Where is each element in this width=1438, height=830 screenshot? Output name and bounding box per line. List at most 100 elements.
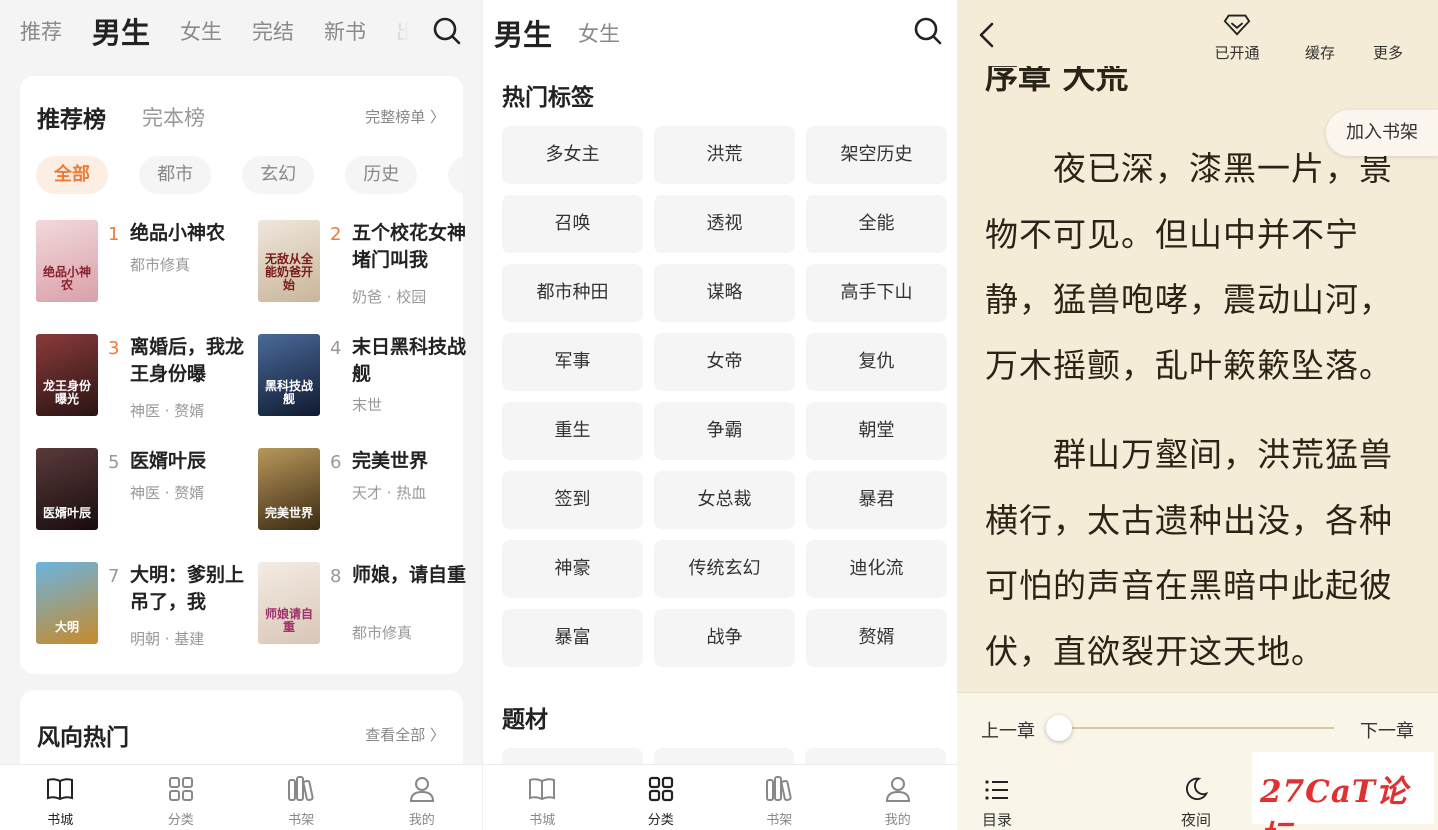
book-cover: 医婿叶辰 (36, 448, 98, 530)
book-item[interactable]: 完美世界 6 完美世界 天才 · 热血 (258, 448, 468, 532)
tag-item[interactable]: 暴富 (502, 609, 643, 667)
tag-item[interactable]: 签到 (502, 471, 643, 529)
book-title: 师娘，请自重 (352, 564, 467, 586)
category-header: 男生 女生 (483, 0, 957, 62)
tag-item[interactable]: 暴君 (806, 471, 947, 529)
nav-shelf[interactable]: 书架 (720, 765, 839, 830)
open-book-icon (529, 778, 556, 801)
tag-item[interactable]: 迪化流 (806, 540, 947, 598)
book-item[interactable]: 大明 7 大明：爹别上吊了，我 明朝 · 基建 (36, 562, 246, 648)
nav-category[interactable]: 分类 (121, 765, 242, 830)
chip-urban[interactable]: 都市 (139, 156, 212, 194)
book-item[interactable]: 绝品小神农 1 绝品小神农 都市修真 (36, 220, 246, 304)
nav-profile[interactable]: 我的 (839, 765, 958, 830)
book-meta: 都市修真 (130, 256, 191, 274)
subject-title: 题材 (502, 707, 548, 733)
tag-item[interactable]: 谋略 (654, 264, 795, 322)
nav-bookstore[interactable]: 书城 (0, 765, 121, 830)
bottom-nav: 书城 分类 书架 我的 (483, 764, 957, 830)
tag-item[interactable]: 军事 (502, 333, 643, 391)
tab-male[interactable]: 男生 (494, 12, 552, 54)
book-cover: 无敌从全能奶爸开始 (258, 220, 320, 302)
cache-button[interactable]: 缓存 (1297, 0, 1343, 66)
tag-item[interactable]: 架空历史 (806, 126, 947, 184)
tag-item[interactable]: 女总裁 (654, 471, 795, 529)
book-meta: 神医 · 赘婿 (130, 484, 205, 502)
tag-item[interactable]: 争霸 (654, 402, 795, 460)
tag-item[interactable]: 洪荒 (654, 126, 795, 184)
book-item[interactable]: 医婿叶辰 5 医婿叶辰 神医 · 赘婿 (36, 448, 246, 532)
tab-female[interactable]: 女生 (180, 16, 222, 46)
diamond-icon (1223, 14, 1251, 36)
tag-item[interactable]: 女帝 (654, 333, 795, 391)
book-meta: 天才 · 热血 (352, 484, 427, 502)
tag-item[interactable]: 全能 (806, 195, 947, 253)
tag-item[interactable]: 神豪 (502, 540, 643, 598)
book-title: 医婿叶辰 (130, 450, 207, 472)
user-icon (409, 777, 434, 802)
tag-item[interactable]: 战争 (654, 609, 795, 667)
book-rank: 7 (108, 566, 120, 587)
tag-item[interactable]: 透视 (654, 195, 795, 253)
chip-all[interactable]: 全部 (36, 156, 108, 194)
chip-fantasy[interactable]: 玄幻 (242, 156, 315, 194)
tag-item[interactable]: 都市种田 (502, 264, 643, 322)
next-chapter-button[interactable]: 下一章 (1360, 717, 1414, 743)
book-item[interactable]: 黑科技战舰 4 末日黑科技战舰 末世 (258, 334, 468, 418)
book-title: 完美世界 (352, 450, 429, 472)
open-book-icon (47, 778, 74, 801)
search-icon[interactable] (913, 16, 943, 46)
tag-item[interactable]: 重生 (502, 402, 643, 460)
tag-item[interactable]: 传统玄幻 (654, 540, 795, 598)
book-rank: 5 (108, 452, 120, 473)
hot-tags-title: 热门标签 (502, 85, 594, 111)
book-title: 末日黑科技战舰 (352, 336, 467, 385)
view-all-link[interactable]: 查看全部 〉 (365, 724, 445, 745)
tab-male[interactable]: 男生 (92, 10, 150, 52)
book-rank: 4 (330, 338, 342, 359)
nav-profile[interactable]: 我的 (362, 765, 483, 830)
ranking-tab-finished[interactable]: 完本榜 (142, 102, 205, 132)
book-meta: 都市修真 (352, 624, 413, 642)
tab-finished[interactable]: 完结 (252, 16, 294, 46)
tab-new[interactable]: 新书 (324, 16, 366, 46)
chip-military[interactable]: 军事 (448, 156, 463, 194)
tag-item[interactable]: 召唤 (502, 195, 643, 253)
grid-icon (648, 776, 673, 802)
tab-recommend[interactable]: 推荐 (20, 16, 62, 46)
trending-header: 风向热门 查看全部 〉 (37, 718, 445, 752)
add-to-shelf-button[interactable]: 加入书架 (1326, 110, 1438, 156)
reader-panel: 序章 大荒 已开通 缓存 更多 夜已深，漆黑一片，景物不可见。但山中并不宁静，猛… (957, 0, 1438, 830)
book-item[interactable]: 龙王身份曝光 3 离婚后，我龙王身份曝 神医 · 赘婿 (36, 334, 246, 420)
bookstore-panel: 推荐 男生 女生 完结 新书 出 推荐榜 完本榜 完整榜单 〉 全部 都市 玄幻… (0, 0, 482, 830)
more-button[interactable]: 更多 (1365, 0, 1411, 66)
nav-bookstore[interactable]: 书城 (483, 765, 602, 830)
tag-item[interactable]: 高手下山 (806, 264, 947, 322)
ranking-tab-recommend[interactable]: 推荐榜 (37, 100, 106, 134)
progress-slider-thumb[interactable] (1046, 715, 1072, 741)
full-ranking-link[interactable]: 完整榜单 〉 (365, 106, 445, 127)
book-item[interactable]: 师娘请自重 8 师娘，请自重 都市修真 (258, 562, 468, 646)
nav-shelf[interactable]: 书架 (241, 765, 362, 830)
moon-icon (1186, 777, 1209, 801)
progress-slider[interactable] (1057, 727, 1334, 729)
tag-item[interactable]: 朝堂 (806, 402, 947, 460)
prev-chapter-button[interactable]: 上一章 (981, 717, 1035, 743)
forum-watermark: 27CaT论坛 (1252, 752, 1434, 830)
search-icon[interactable] (432, 16, 462, 46)
tab-female[interactable]: 女生 (578, 18, 620, 48)
book-item[interactable]: 无敌从全能奶爸开始 2 五个校花女神堵门叫我 奶爸 · 校园 (258, 220, 468, 306)
reader-toolbar: 已开通 缓存 更多 (957, 0, 1438, 66)
chip-history[interactable]: 历史 (345, 156, 418, 194)
tag-item[interactable]: 多女主 (502, 126, 643, 184)
subscription-button[interactable]: 已开通 (1205, 0, 1269, 66)
tag-item[interactable]: 赘婿 (806, 609, 947, 667)
book-rank: 2 (330, 224, 342, 245)
tag-item[interactable]: 复仇 (806, 333, 947, 391)
book-title: 五个校花女神堵门叫我 (352, 222, 467, 271)
nav-category[interactable]: 分类 (602, 765, 721, 830)
book-cover: 龙王身份曝光 (36, 334, 98, 416)
book-rank: 8 (330, 566, 342, 587)
bottom-nav: 书城 分类 书架 我的 (0, 764, 482, 830)
back-icon[interactable] (975, 20, 999, 50)
